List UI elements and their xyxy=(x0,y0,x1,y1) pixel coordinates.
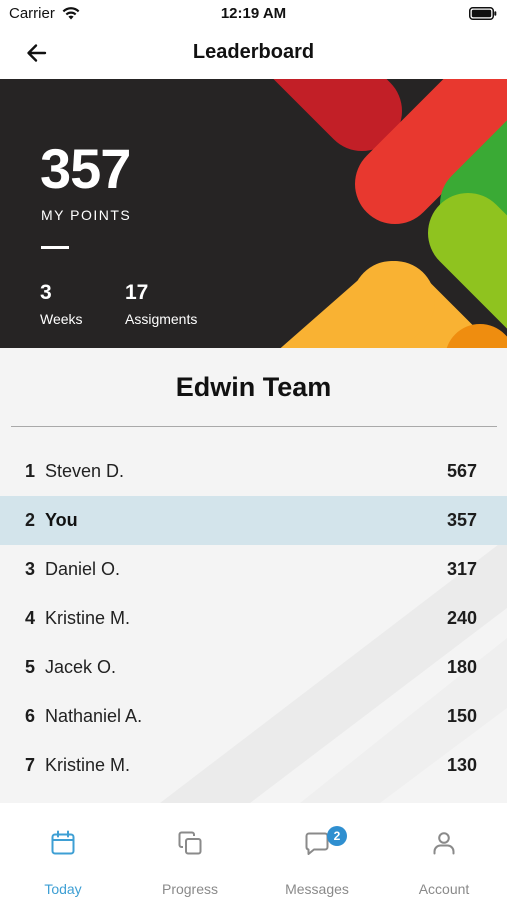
tab-label: Messages xyxy=(285,881,349,897)
tab-account[interactable]: Account xyxy=(381,803,507,900)
rank-number: 4 xyxy=(24,608,35,628)
tab-today[interactable]: Today xyxy=(0,803,126,900)
points-value: 357 xyxy=(40,137,131,200)
rank-number: 3 xyxy=(24,559,35,579)
tab-label: Today xyxy=(44,881,82,897)
page-title: Leaderboard xyxy=(192,41,315,63)
divider xyxy=(11,426,497,427)
leaderboard-row[interactable]: 3 Daniel O. 317 xyxy=(0,545,507,594)
points-label: MY POINTS xyxy=(41,207,132,223)
team-title: Edwin Team xyxy=(175,372,332,402)
leaderboard-row[interactable]: 4 Kristine M. 240 xyxy=(0,594,507,643)
points-summary-card: 357 MY POINTS 3 Weeks 17 Assigments xyxy=(0,79,507,348)
participant-name: Steven D. xyxy=(45,461,125,481)
assignments-label: Assigments xyxy=(125,311,198,327)
notification-badge: 2 xyxy=(327,826,347,846)
tab-messages[interactable]: 2 Messages xyxy=(254,803,380,900)
participant-points: 240 xyxy=(446,608,477,628)
participant-name: You xyxy=(45,510,78,530)
participant-points: 357 xyxy=(446,510,477,530)
rank-number: 7 xyxy=(24,755,35,775)
participant-points: 567 xyxy=(446,461,477,481)
status-bar: Carrier 12:19 AM xyxy=(0,0,507,28)
rank-number: 2 xyxy=(24,510,35,530)
leaderboard-row[interactable]: 5 Jacek O. 180 xyxy=(0,643,507,692)
divider xyxy=(41,246,69,249)
status-time: 12:19 AM xyxy=(220,5,287,22)
participant-name: Jacek O. xyxy=(45,657,117,677)
leaderboard-row[interactable]: 6 Nathaniel A. 150 xyxy=(0,692,507,741)
participant-points: 180 xyxy=(446,657,477,677)
tab-label: Account xyxy=(418,881,470,897)
copy-squares-icon xyxy=(178,831,202,855)
tab-label: Progress xyxy=(161,881,219,897)
team-leaderboard: Edwin Team 1 Steven D. 567 2 You 357 3 Daniel O… xyxy=(0,348,507,803)
calendar-icon xyxy=(51,830,75,855)
person-icon xyxy=(433,832,455,855)
tab-progress[interactable]: Progress xyxy=(127,803,253,900)
rank-number: 1 xyxy=(24,461,35,481)
leaderboard-row-current-user[interactable]: 2 You 357 xyxy=(0,496,507,545)
navigation-bar: Leaderboard xyxy=(0,28,507,79)
battery-icon xyxy=(469,7,497,20)
leaderboard-row[interactable]: 7 Kristine M. 130 xyxy=(0,741,507,790)
assignments-value: 17 xyxy=(125,281,149,304)
participant-name: Kristine M. xyxy=(45,755,131,775)
participant-points: 130 xyxy=(446,755,477,775)
participant-name: Daniel O. xyxy=(45,559,121,579)
leaderboard-list: 1 Steven D. 567 2 You 357 3 Daniel O. 317 4 Kristi… xyxy=(0,447,507,790)
leaderboard-row[interactable]: 1 Steven D. 567 xyxy=(0,447,507,496)
participant-points: 317 xyxy=(446,559,477,579)
rank-number: 6 xyxy=(24,706,35,726)
weeks-label: Weeks xyxy=(40,311,83,327)
rank-number: 5 xyxy=(24,657,35,677)
participant-points: 150 xyxy=(446,706,477,726)
participant-name: Kristine M. xyxy=(45,608,131,628)
weeks-value: 3 xyxy=(40,281,52,304)
tab-bar: Today Progress 2 Messages Account xyxy=(0,803,507,900)
participant-name: Nathaniel A. xyxy=(45,706,143,726)
